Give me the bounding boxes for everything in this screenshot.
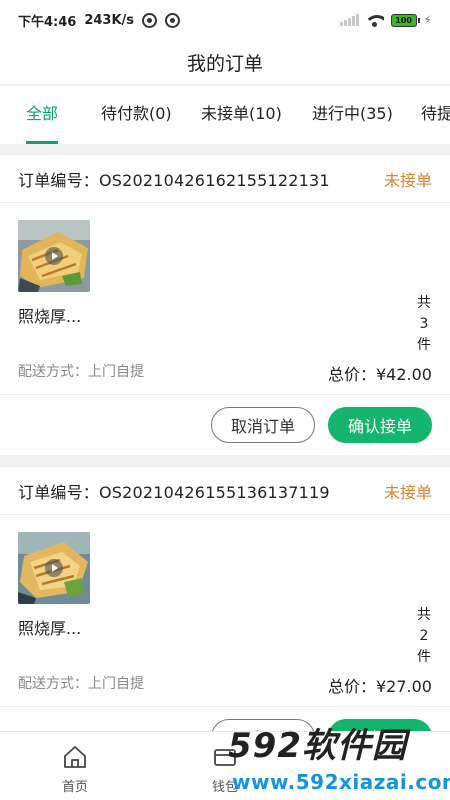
nav-label: 首页 [61,780,88,795]
order-card: 订单编号：OS20210426162155122131 未接单 照烧厚... 共… [0,155,450,455]
order-tabs: 全部 待付款(0) 未接单(10) 进行中(35) 待提 [0,86,450,144]
order-number: 订单编号：OS20210426162155122131 [18,170,330,190]
play-video-icon[interactable] [45,559,63,577]
order-card: 订单编号：OS20210426155136137119 未接单 照烧厚... 共… [0,467,450,767]
order-body[interactable]: 照烧厚... 共 3 件 配送方式：上门自提 总价：¥42.00 [0,203,450,395]
product-image[interactable] [18,220,90,292]
wallet-icon [214,749,236,766]
item-count-prefix: 共 [417,607,431,623]
total-price: 总价：¥42.00 [328,365,432,384]
network-speed: 243K/s [84,12,135,28]
charging-icon: ⚡ [423,13,432,27]
item-count-prefix: 共 [417,295,431,311]
total-price: 总价：¥27.00 [328,677,432,696]
order-body[interactable]: 照烧厚... 共 2 件 配送方式：上门自提 总价：¥27.00 [0,515,450,707]
bottom-nav: 首页 钱包 [0,731,450,800]
item-count: 共 2 件 [416,605,432,668]
item-count: 共 3 件 [416,293,432,356]
signal-icon [339,14,359,26]
battery-icon: 100 [390,13,420,27]
tab-pending-pickup[interactable]: 待提 [421,86,450,144]
item-count-suffix: 件 [417,649,431,665]
wifi-icon [365,14,384,27]
battery-level: 100 [395,15,412,25]
tab-label: 待付款(0) [101,104,172,123]
status-bar: 下午4:46 243K/s 100 ⚡ [0,0,450,40]
app-notification-icon [142,12,158,28]
order-header: 订单编号：OS20210426162155122131 未接单 [0,155,450,203]
order-header: 订单编号：OS20210426155136137119 未接单 [0,467,450,515]
item-count-number: 2 [419,628,429,644]
tab-all[interactable]: 全部 [26,86,59,144]
home-icon [64,746,86,768]
product-image[interactable] [18,532,90,604]
product-name: 照烧厚... [18,619,82,638]
tab-not-accepted[interactable]: 未接单(10) [201,86,282,144]
status-time: 下午4:46 [18,14,77,30]
nav-home[interactable]: 首页 [15,732,135,800]
order-status: 未接单 [383,482,432,502]
order-number: 订单编号：OS20210426155136137119 [18,482,330,502]
tab-label: 未接单(10) [201,104,282,123]
order-status: 未接单 [383,170,432,190]
tab-label: 待提 [421,104,450,123]
page-title: 我的订单 [186,52,263,75]
nav-label: 钱包 [211,780,238,795]
confirm-accept-button[interactable]: 确认接单 [328,407,432,443]
product-name: 照烧厚... [18,307,82,326]
item-count-number: 3 [419,316,429,332]
play-video-icon[interactable] [45,247,63,265]
cancel-order-button[interactable]: 取消订单 [211,407,315,443]
nav-wallet[interactable]: 钱包 [165,732,285,800]
delivery-method: 配送方式：上门自提 [18,364,144,380]
header: 我的订单 [0,40,450,85]
delivery-method: 配送方式：上门自提 [18,676,144,692]
tab-active-indicator [26,141,59,144]
tab-label: 全部 [26,104,59,123]
item-count-suffix: 件 [417,337,431,353]
app-notification-icon [165,12,181,28]
order-actions: 取消订单 确认接单 [0,395,450,455]
tab-label: 进行中(35) [312,104,393,123]
tab-in-progress[interactable]: 进行中(35) [312,86,393,144]
tab-pending-payment[interactable]: 待付款(0) [101,86,172,144]
